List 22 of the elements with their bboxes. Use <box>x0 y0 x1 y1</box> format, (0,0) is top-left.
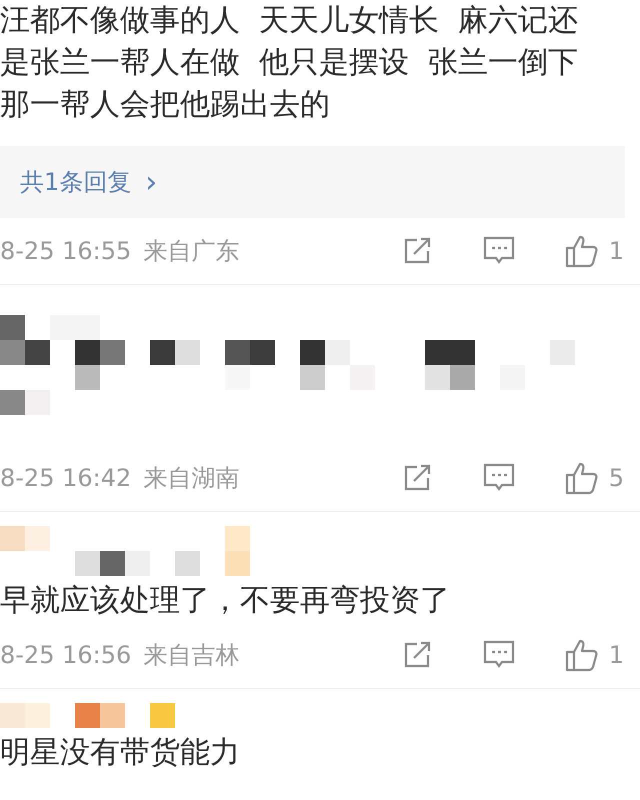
thumbs-up-icon <box>564 234 599 268</box>
share-icon[interactable] <box>402 237 433 265</box>
comment-icon[interactable] <box>482 236 515 266</box>
thumbs-up-icon <box>564 461 599 495</box>
comment-location: 来自吉林 <box>143 640 240 671</box>
comment-time: 8-25 16:42 <box>0 464 132 492</box>
comment-text: 早就应该处理了，不要再弯投资了 <box>0 582 451 620</box>
comment-text: 汪都不像做事的人 天天儿女情长 麻六记还是张兰一帮人在做 他只是摆设 张兰一倒下那一帮人会把他踢出去的 <box>0 2 580 124</box>
comment-location: 来自广东 <box>143 236 240 267</box>
comment-text: 明星没有带货能力 <box>0 734 241 772</box>
comment-time: 8-25 16:55 <box>0 237 132 265</box>
thumbs-up-icon <box>564 638 599 672</box>
share-icon[interactable] <box>402 464 433 492</box>
like-button[interactable]: 1 <box>564 638 624 672</box>
comment-icon[interactable] <box>482 640 515 670</box>
comment-icon[interactable] <box>482 463 515 493</box>
share-icon[interactable] <box>402 641 433 669</box>
comment-location: 来自湖南 <box>143 463 240 494</box>
replies-link[interactable]: 共1条回复 › <box>20 164 158 200</box>
like-button[interactable]: 1 <box>564 234 624 268</box>
like-button[interactable]: 5 <box>564 461 624 495</box>
comment-time: 8-25 16:56 <box>0 641 132 669</box>
